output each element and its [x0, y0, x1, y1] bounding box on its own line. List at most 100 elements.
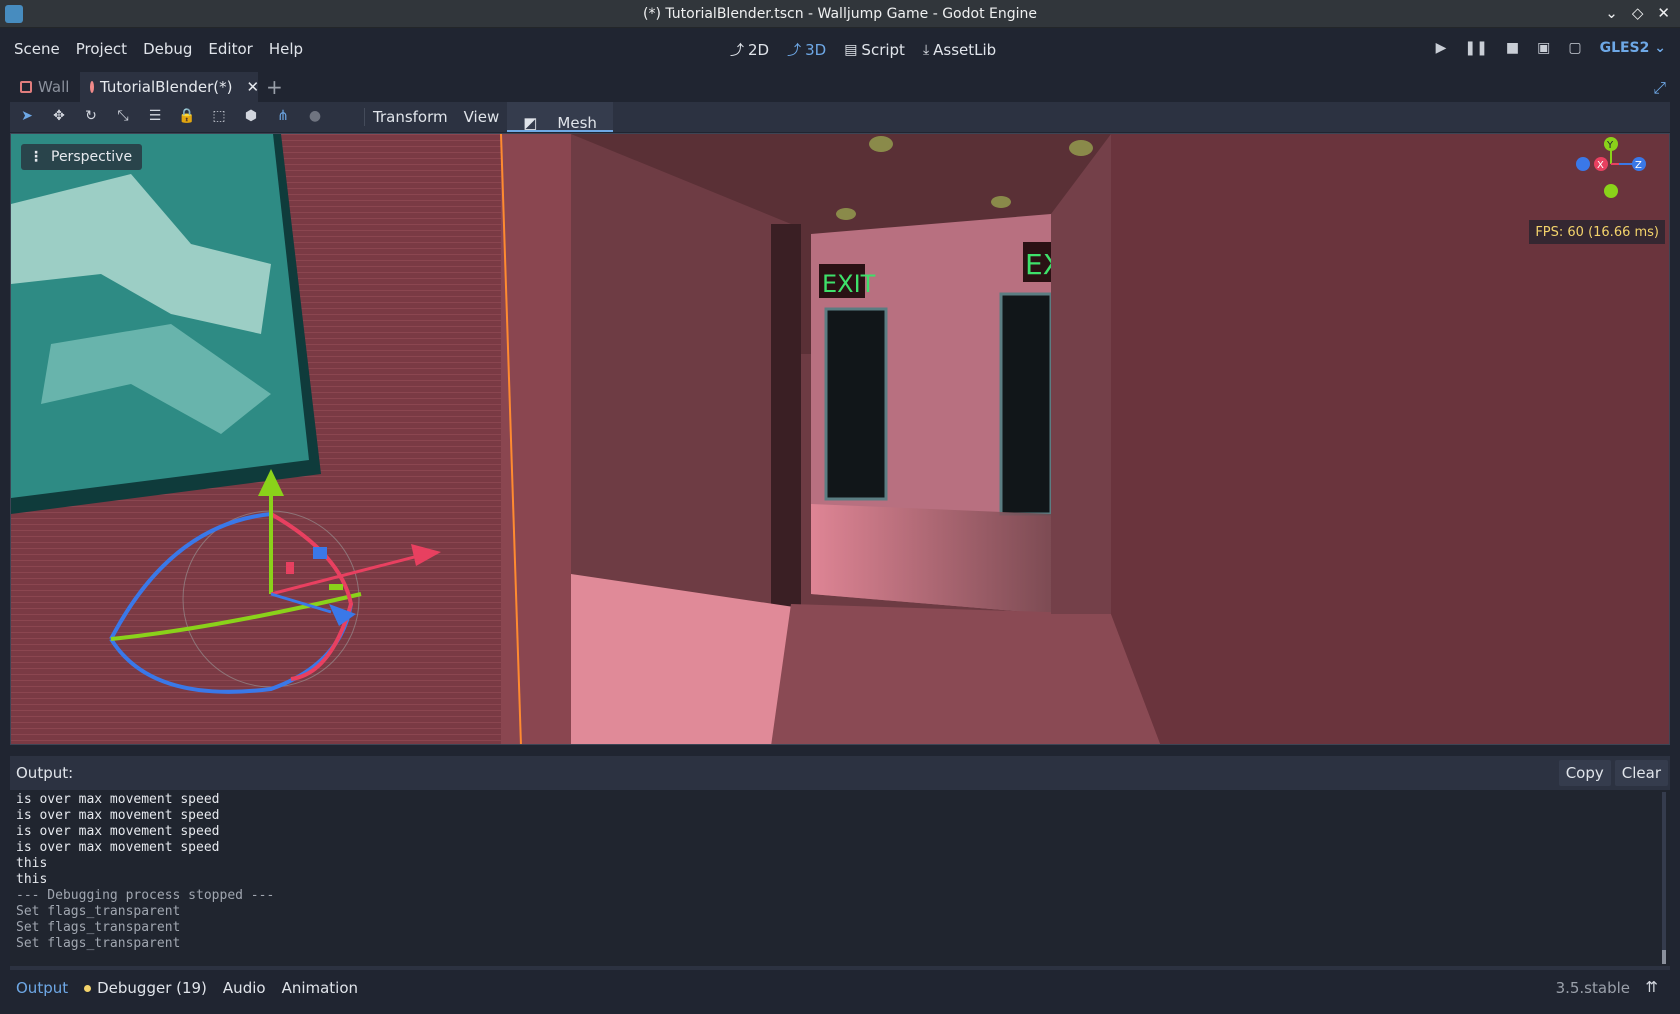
ceiling-light — [869, 136, 893, 152]
workspace-2d-button[interactable]: ⤴ 2D — [730, 40, 769, 60]
move-tool-icon[interactable]: ✥ — [50, 107, 68, 125]
window-title: (*) TutorialBlender.tscn - Walljump Game… — [642, 6, 1037, 22]
node3d-icon — [90, 81, 94, 93]
assetlib-icon: ⤓ — [922, 42, 930, 58]
tool-buttons: ➤ ✥ ↻ ⤡ ☰ 🔒 ⬚ ⬢ ⋔ ● — [18, 107, 324, 125]
log-line: Set flags_transparent — [16, 904, 181, 919]
scrollbar-thumb[interactable] — [1662, 950, 1666, 964]
add-tab-icon[interactable]: + — [266, 75, 283, 99]
play-scene-icon[interactable]: ▣ — [1537, 40, 1550, 56]
tab-wall[interactable]: Wall — [10, 72, 80, 102]
expand-panel-icon[interactable]: ⇈ — [1645, 978, 1658, 996]
scene-icon — [20, 81, 32, 93]
maximize-icon[interactable]: ◇ — [1632, 4, 1644, 22]
log-line: --- Debugging process stopped --- — [16, 888, 275, 903]
copy-button[interactable]: Copy — [1558, 760, 1611, 786]
run-controls: ▶ ❚❚ ■ ▣ ▢ GLES2 ⌄ — [1436, 40, 1666, 56]
3d-viewport[interactable]: EXIT EX Y Z X ⋮ Perspective FPS: 60 (16.… — [10, 133, 1670, 745]
log-line: this — [16, 856, 48, 871]
log-line: Set flags_transparent — [16, 920, 181, 935]
exit-door — [824, 307, 888, 501]
main-menu: Scene Project Debug Editor Help — [6, 40, 311, 58]
select-tool-icon[interactable]: ➤ — [18, 107, 36, 125]
stop-icon[interactable]: ■ — [1506, 40, 1519, 56]
scene-render: EXIT EX Y Z X — [11, 134, 1669, 744]
close-tab-icon[interactable]: ✕ — [246, 78, 259, 96]
close-window-icon[interactable]: ✕ — [1657, 4, 1670, 22]
log-line: Set flags_transparent — [16, 936, 181, 951]
tab-debugger[interactable]: Debugger (19) — [84, 979, 207, 997]
log-line: is over max movement speed — [16, 808, 220, 823]
list-select-icon[interactable]: ☰ — [146, 107, 164, 125]
clear-button[interactable]: Clear — [1614, 760, 1668, 786]
2d-icon: ⤴ — [730, 43, 744, 59]
menu-mesh[interactable]: ◩ Mesh — [507, 102, 613, 132]
ceiling-light — [836, 208, 856, 220]
kebab-menu-icon: ⋮ — [29, 149, 43, 165]
snap-icon[interactable]: ⋔ — [274, 107, 292, 125]
local-space-icon[interactable]: ⬢ — [242, 107, 260, 125]
bottom-panel-tabs: Output Debugger (19) Audio Animation 3.5… — [10, 972, 1670, 1004]
corridor-floor — [771, 604, 1161, 744]
svg-text:X: X — [1597, 160, 1604, 171]
exit-door — [999, 292, 1053, 516]
viewport-menus: Transform View ◩ Mesh — [364, 102, 613, 132]
perspective-menu[interactable]: ⋮ Perspective — [21, 144, 143, 170]
workspace-3d-button[interactable]: ⤴ 3D — [787, 40, 826, 60]
version-label: 3.5.stable — [1555, 979, 1630, 997]
pause-icon[interactable]: ❚❚ — [1464, 40, 1487, 56]
menu-project[interactable]: Project — [68, 40, 135, 58]
door-frame — [771, 224, 801, 634]
exit-sign-text: EXIT — [822, 270, 876, 298]
output-panel: Output: Copy Clear is over max movement … — [10, 756, 1670, 970]
log-line: is over max movement speed — [16, 824, 220, 839]
menu-help[interactable]: Help — [261, 40, 311, 58]
workspace-assetlib-button[interactable]: ⤓ AssetLib — [923, 40, 996, 60]
renderer-select[interactable]: GLES2 ⌄ — [1600, 40, 1666, 56]
output-title: Output: — [16, 764, 74, 782]
tab-animation[interactable]: Animation — [282, 979, 358, 997]
scale-tool-icon[interactable]: ⤡ — [114, 107, 132, 125]
ceiling-light — [991, 196, 1011, 208]
tab-audio[interactable]: Audio — [223, 979, 266, 997]
menu-scene[interactable]: Scene — [6, 40, 68, 58]
distraction-free-icon[interactable]: ⤢ — [1653, 78, 1666, 98]
doorway-floor — [811, 504, 1051, 614]
viewport-toolbar: ➤ ✥ ↻ ⤡ ☰ 🔒 ⬚ ⬢ ⋔ ● Transform View ◩ Mesh — [10, 102, 1670, 132]
log-line: this — [16, 872, 48, 887]
output-actions: Copy Clear — [1558, 760, 1668, 786]
script-icon: ▤ — [844, 42, 858, 58]
rotate-tool-icon[interactable]: ↻ — [82, 107, 100, 125]
menu-editor[interactable]: Editor — [200, 40, 260, 58]
tab-output[interactable]: Output — [16, 979, 68, 997]
output-scrollbar[interactable] — [1662, 792, 1666, 964]
group-icon[interactable]: ⬚ — [210, 107, 228, 125]
svg-text:Z: Z — [1635, 160, 1642, 171]
right-wall-edge — [1051, 134, 1111, 614]
camera-override-icon[interactable]: ● — [306, 107, 324, 125]
mesh-icon: ◩ — [523, 114, 538, 132]
ceiling-light — [1069, 140, 1093, 156]
menu-transform[interactable]: Transform — [365, 102, 456, 132]
menu-view[interactable]: View — [456, 102, 508, 132]
workspace-switcher: ⤴ 2D ⤴ 3D ▤ Script ⤓ AssetLib — [730, 40, 996, 60]
window-controls: ⌄ ◇ ✕ — [1605, 4, 1670, 22]
workspace-script-button[interactable]: ▤ Script — [844, 40, 905, 60]
warning-dot-icon — [84, 984, 92, 992]
window-titlebar: (*) TutorialBlender.tscn - Walljump Game… — [0, 0, 1680, 28]
minimize-icon[interactable]: ⌄ — [1605, 4, 1618, 22]
lock-icon[interactable]: 🔒 — [178, 107, 196, 125]
play-custom-scene-icon[interactable]: ▢ — [1568, 40, 1581, 56]
play-icon[interactable]: ▶ — [1436, 40, 1447, 56]
3d-icon: ⤴ — [787, 43, 802, 59]
log-line: is over max movement speed — [16, 840, 220, 855]
fps-counter: FPS: 60 (16.66 ms) — [1529, 220, 1665, 244]
tab-tutorialblender[interactable]: TutorialBlender(*) ✕ — [80, 72, 259, 102]
menu-debug[interactable]: Debug — [135, 40, 200, 58]
output-header: Output: Copy Clear — [10, 756, 1670, 790]
painting — [11, 134, 309, 498]
main-menubar: Scene Project Debug Editor Help ⤴ 2D ⤴ 3D … — [0, 28, 1680, 72]
output-log[interactable]: is over max movement speed is over max mo… — [10, 790, 1670, 966]
svg-text:Y: Y — [1606, 140, 1614, 151]
log-line: is over max movement speed — [16, 792, 220, 807]
